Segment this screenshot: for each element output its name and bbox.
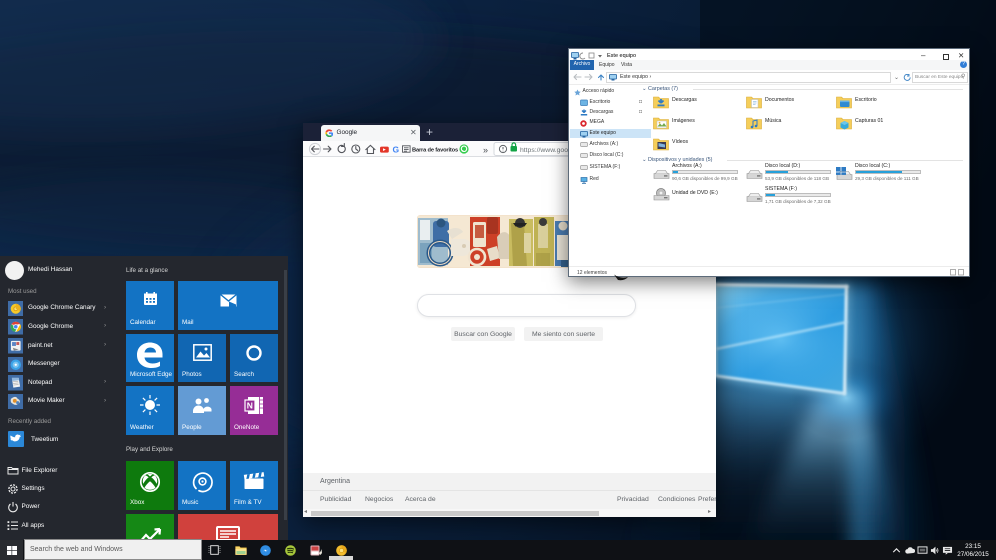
svg-text:G: G	[393, 145, 400, 155]
svg-text:N: N	[247, 401, 253, 411]
svg-text:Barra de favoritos: Barra de favoritos	[412, 147, 458, 153]
svg-text:»: »	[483, 145, 488, 155]
